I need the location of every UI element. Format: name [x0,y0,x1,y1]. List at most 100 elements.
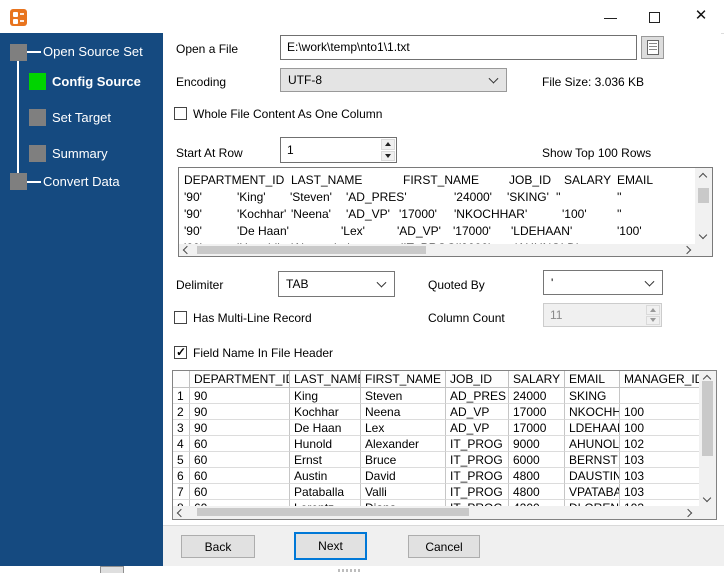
encoding-select[interactable]: UTF-8 [280,68,507,92]
spin-down-button [646,315,660,325]
delimiter-label: Delimiter [176,278,224,292]
table-vertical-scrollbar[interactable] [699,371,716,506]
table-header-cell [173,371,190,388]
sidebar-step-config-source: Config Source [52,74,141,89]
table-cell: BERNST [565,452,620,468]
preview-cell: 'LDEHAAN' [511,224,573,238]
column-count-spinner: 11 [543,303,662,327]
table-cell: 17000 [509,404,565,420]
table-cell: 90 [190,420,290,436]
table-cell: IT_PROG [446,436,509,452]
table-cell: Bruce [361,452,446,468]
preview-line: '90' 'De Haan' 'Lex' 'AD_VP' '17000' 'LDEHAAN… [179,223,695,240]
table-row[interactable]: 6 60 Austin David IT_PROG 4800 DAUSTIN 103 [173,468,716,484]
file-path-input[interactable]: E:\work\temp\nto1\1.txt [280,35,637,60]
spin-up-button [646,305,660,315]
preview-cell: FIRST_NAME [403,173,480,187]
start-at-row-value: 1 [287,143,294,157]
scrollbar-thumb[interactable] [702,381,713,456]
scroll-left-icon[interactable] [182,245,192,255]
table-cell: King [290,388,361,404]
preview-cell: '' [617,207,622,221]
back-button[interactable]: Back [181,535,255,558]
preview-cell: '17000' [399,207,437,221]
table-cell: Lex [361,420,446,436]
table-row[interactable]: 460HunoldAlexanderIT_PROG9000AHUNOLD102 [173,436,716,452]
table-cell: 60 [190,468,290,484]
preview-cell: 'AD_VP' [397,224,441,238]
encoding-label: Encoding [176,75,227,89]
minimize-icon[interactable] [604,18,617,19]
table-cell: Alexander [361,436,446,452]
table-cell: 60 [190,484,290,500]
scroll-right-icon[interactable] [682,245,692,255]
step-marker-summary [29,145,46,162]
table-cell: AD_PRES [446,388,509,404]
table-row[interactable]: 290KochharNeenaAD_VP17000NKOCHHAR100 [173,404,716,420]
column-count-value: 11 [550,308,563,322]
scrollbar-thumb[interactable] [698,188,709,203]
step-marker-set-target [29,109,46,126]
start-at-row-label: Start At Row [176,146,243,160]
scroll-right-icon[interactable] [683,508,693,518]
maximize-icon[interactable] [649,12,660,23]
table-cell: SKING [565,388,620,404]
preview-vertical-scrollbar[interactable] [695,168,712,244]
delimiter-select[interactable]: TAB [278,271,395,297]
scroll-left-icon[interactable] [176,508,186,518]
sidebar-step-set-target: Set Target [52,110,112,125]
next-button[interactable]: Next [294,532,367,560]
spin-down-button[interactable] [381,150,395,161]
chevron-down-icon [376,277,387,288]
step-connector-line [27,51,41,53]
table-header-row: DEPARTMENT_ID LAST_NAME FIRST_NAME JOB_ID SA… [173,371,716,388]
table-cell: 17000 [509,420,565,436]
scroll-up-icon[interactable] [698,172,708,182]
field-name-checkbox[interactable] [174,345,187,359]
table-cell: Ernst [290,452,361,468]
preview-horizontal-scrollbar[interactable] [179,244,695,256]
table-cell: AD_VP [446,420,509,436]
whole-file-checkbox[interactable] [174,107,187,120]
table-cell: 4800 [509,484,565,500]
table-cell: 7 [173,484,190,500]
browse-file-button[interactable] [641,36,664,59]
table-row[interactable]: 390De HaanLexAD_VP17000LDEHAAN100 [173,420,716,436]
quoted-by-select[interactable]: ' [543,270,663,295]
preview-line: '90' 'King' 'Steven' 'AD_PRES' '24000' 'SKING… [179,189,695,206]
scroll-down-icon[interactable] [702,493,712,503]
table-row[interactable]: 5 60 Ernst Bruce IT_PROG 6000 BERNST 103 [173,452,716,468]
open-file-label: Open a File [176,42,239,56]
close-icon[interactable]: ✕ [693,8,709,24]
preview-cell: 'SKING' [507,190,549,204]
quoted-by-label: Quoted By [428,278,485,292]
cancel-button[interactable]: Cancel [408,535,480,558]
preview-cell: '17000' [453,224,491,238]
scroll-down-icon[interactable] [698,230,708,240]
table-horizontal-scrollbar[interactable] [173,506,699,519]
table-cell: Steven [361,388,446,404]
document-icon [647,40,659,55]
step-marker-config-source [29,73,46,90]
preview-cell: '100' [562,207,587,221]
multiline-checkbox[interactable] [174,311,187,324]
scrollbar-thumb[interactable] [197,508,469,516]
spin-up-button[interactable] [381,139,395,150]
preview-cell: 'Neena' [291,207,331,221]
table-cell: 90 [190,404,290,420]
table-cell: 60 [190,436,290,452]
wizard-steps-sidebar: Open Source Set Config Source Set Target Su… [0,33,163,566]
table-cell: Pataballa [290,484,361,500]
table-row[interactable]: 760PataballaValliIT_PROG4800VPATABAL103 [173,484,716,500]
table-row[interactable]: 1 90 King Steven AD_PRES 24000 SKING [173,388,716,404]
step-connector-line [17,61,19,173]
scrollbar-thumb[interactable] [197,246,426,254]
table-cell: Hunold [290,436,361,452]
table-cell: 4 [173,436,190,452]
preview-cell: 'NKOCHHAR' [454,207,528,221]
title-bar: ✕ [0,0,724,33]
table-header-cell: EMAIL [565,371,620,388]
table-cell: Austin [290,468,361,484]
start-at-row-spinner[interactable]: 1 [280,137,397,163]
table-cell: IT_PROG [446,468,509,484]
